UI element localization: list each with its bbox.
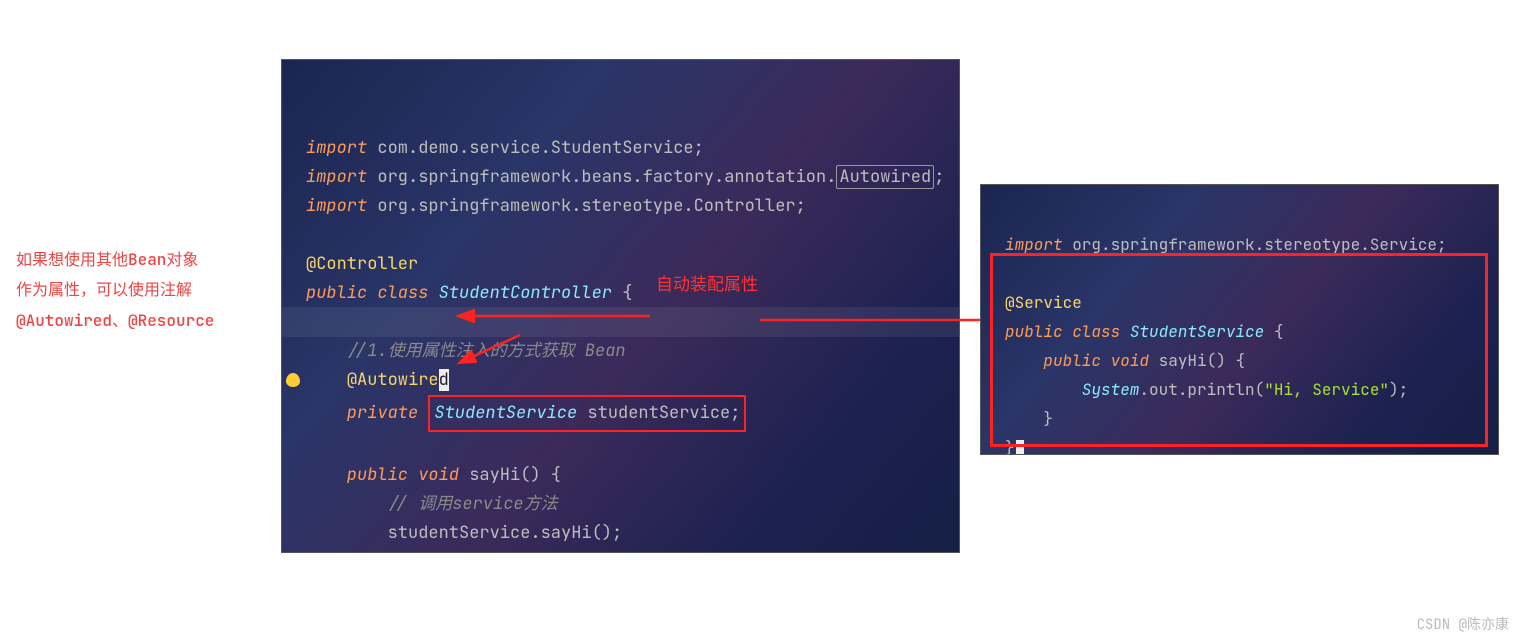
code-line: // 调用service方法 (306, 493, 558, 515)
code-line: public class StudentController { (306, 282, 632, 304)
code-line: } (306, 551, 357, 553)
code-line: public void sayHi() { (1005, 350, 1245, 371)
code-line: studentService.sayHi(); (306, 522, 622, 544)
code-editor-left: import com.demo.service.StudentService; … (281, 59, 960, 553)
note-line: 作为属性，可以使用注解 (16, 275, 261, 305)
code-line: import org.springframework.stereotype.Se… (1005, 234, 1447, 255)
annotation-note: 如果想使用其他Bean对象 作为属性，可以使用注解 @Autowired、@Re… (16, 245, 261, 336)
code-line: import org.springframework.stereotype.Co… (306, 195, 806, 217)
code-line: public void sayHi() { (306, 464, 561, 486)
text-cursor (1016, 440, 1024, 455)
code-line: } (1005, 437, 1024, 455)
annotation-autowire: 自动装配属性 (656, 270, 758, 296)
code-line: import com.demo.service.StudentService; (306, 137, 704, 159)
code-line: //1.使用属性注入的方式获取 Bean (306, 340, 626, 362)
code-line: public class StudentService { (1005, 321, 1283, 342)
code-line: import org.springframework.beans.factory… (306, 165, 944, 189)
note-line: 如果想使用其他Bean对象 (16, 245, 261, 275)
code-line: private StudentService studentService; (306, 402, 746, 424)
code-line: @Autowired (306, 369, 449, 391)
code-line: } (1005, 408, 1053, 429)
code-editor-right: import org.springframework.stereotype.Se… (980, 184, 1499, 455)
lightbulb-icon[interactable] (286, 373, 300, 387)
watermark: CSDN @陈亦康 (1417, 614, 1509, 634)
code-line: @Service (1005, 292, 1082, 313)
code-line: System.out.println("Hi, Service"); (1005, 379, 1408, 400)
code-line: @Controller (306, 253, 418, 275)
note-line: @Autowired、@Resource (16, 306, 261, 336)
